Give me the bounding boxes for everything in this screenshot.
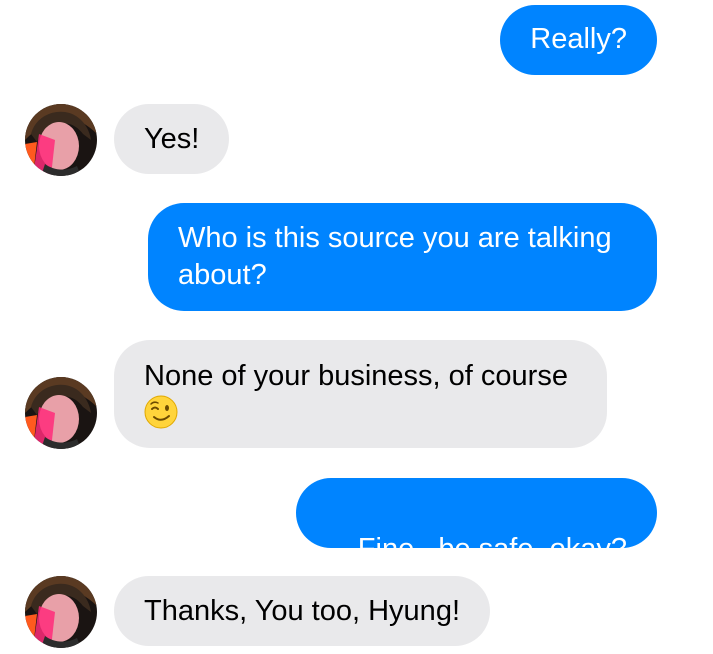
message-text: Thanks, You too, Hyung! — [144, 595, 460, 627]
message-text: Who is this source you are talking about… — [178, 222, 612, 291]
message-text: Yes! — [144, 123, 200, 155]
message-bubble-sent[interactable]: Really? — [500, 5, 657, 75]
message-bubble-received[interactable]: None of your business, of course — [114, 340, 607, 448]
message-text: Really? — [530, 23, 627, 55]
message-bubble-received[interactable]: Yes! — [114, 104, 230, 174]
chat-thread: Really? Yes! Who is this source you are … — [0, 0, 713, 654]
message-bubble-sent[interactable]: Who is this source you are talking about… — [148, 203, 657, 311]
message-text: None of your business, of course — [144, 360, 568, 392]
contact-avatar[interactable] — [25, 576, 97, 648]
contact-avatar[interactable] — [25, 377, 97, 449]
contact-avatar[interactable] — [25, 104, 97, 176]
message-bubble-received[interactable]: Thanks, You too, Hyung! — [114, 576, 490, 646]
message-bubble-sent[interactable]: Fine, be safe, okay? — [295, 478, 657, 565]
winking-face-emoji-icon — [144, 395, 178, 429]
message-text: Fine, be safe, okay? — [357, 533, 627, 565]
